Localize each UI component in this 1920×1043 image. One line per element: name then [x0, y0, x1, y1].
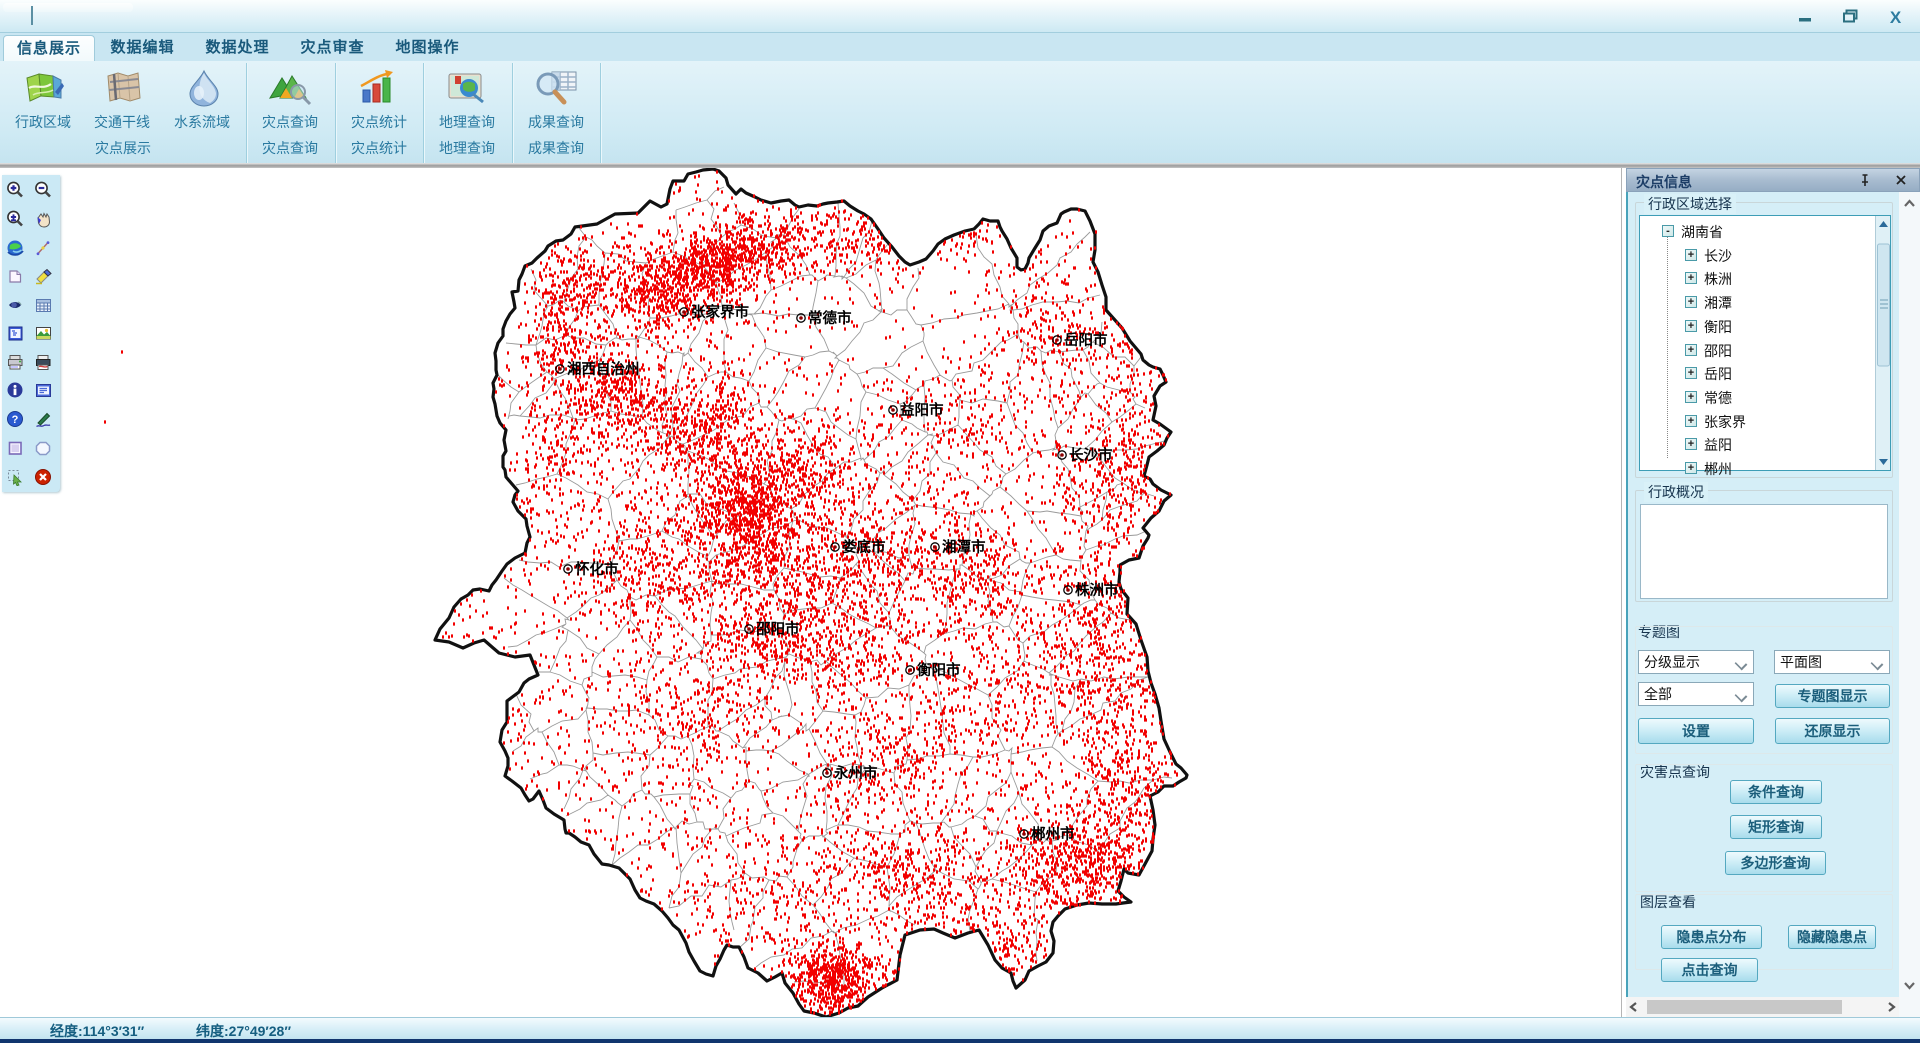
svg-text:娄底市: 娄底市 [842, 538, 886, 556]
svg-text:岳阳市: 岳阳市 [1064, 331, 1108, 349]
svg-text:湘潭市: 湘潭市 [942, 538, 986, 556]
svg-text:长沙市: 长沙市 [1069, 446, 1113, 464]
svg-text:张家界市: 张家界市 [691, 303, 749, 321]
svg-text:郴州市: 郴州市 [1031, 825, 1075, 843]
svg-text:衡阳市: 衡阳市 [917, 661, 961, 679]
svg-text:株洲市: 株洲市 [1075, 581, 1119, 599]
svg-text:邵阳市: 邵阳市 [755, 620, 800, 638]
svg-text:怀化市: 怀化市 [575, 560, 619, 578]
svg-text:湘西自治州: 湘西自治州 [567, 360, 640, 378]
svg-text:益阳市: 益阳市 [900, 401, 944, 419]
svg-text:?: ? [12, 414, 19, 426]
svg-text:常德市: 常德市 [808, 309, 852, 327]
svg-text:永州市: 永州市 [833, 764, 878, 782]
svg-text:X: X [1890, 8, 1902, 27]
